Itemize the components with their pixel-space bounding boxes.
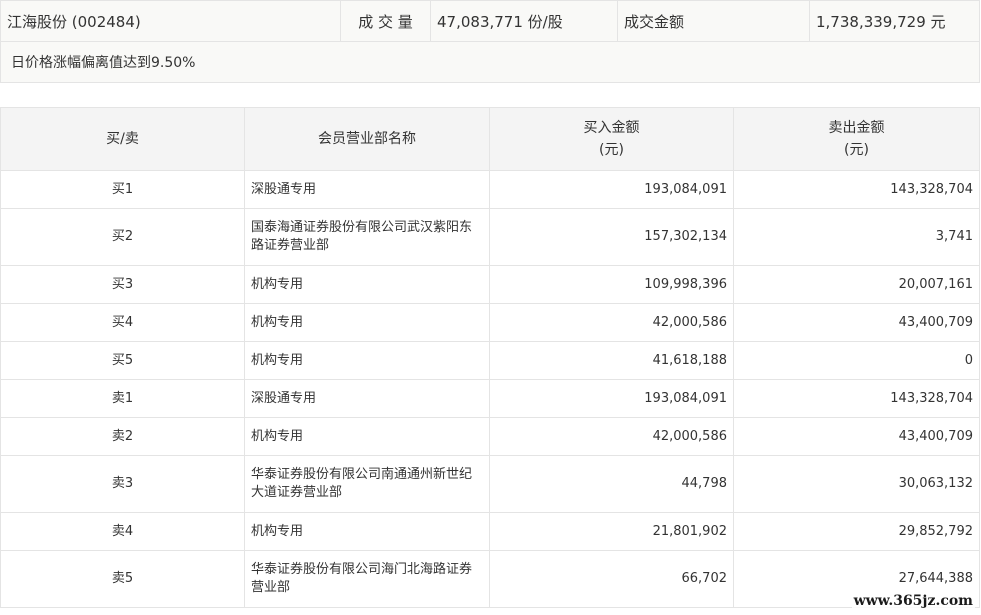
buy-cell: 42,000,586 <box>489 303 734 342</box>
sell-cell: 3,741 <box>733 208 980 266</box>
table-row: 买4 机构专用 42,000,586 43,400,709 <box>0 303 980 342</box>
side-cell: 卖5 <box>0 550 245 608</box>
seat-cell: 深股通专用 <box>244 379 490 418</box>
buy-cell: 41,618,188 <box>489 341 734 380</box>
stock-name: 江海股份 (002484) <box>0 0 341 42</box>
sell-cell: 143,328,704 <box>733 379 980 418</box>
seat-cell: 机构专用 <box>244 512 490 551</box>
seat-cell: 机构专用 <box>244 303 490 342</box>
header-side: 买/卖 <box>0 107 245 171</box>
sell-cell: 143,328,704 <box>733 170 980 209</box>
table-row: 卖3 华泰证券股份有限公司南通通州新世纪大道证券营业部 44,798 30,06… <box>0 455 980 513</box>
table-row: 卖4 机构专用 21,801,902 29,852,792 <box>0 512 980 551</box>
side-cell: 买5 <box>0 341 245 380</box>
sell-cell: 43,400,709 <box>733 303 980 342</box>
buy-cell: 21,801,902 <box>489 512 734 551</box>
volume-label: 成 交 量 <box>340 0 431 42</box>
header-sell-unit: (元) <box>844 142 869 158</box>
side-cell: 卖2 <box>0 417 245 456</box>
seat-cell: 深股通专用 <box>244 170 490 209</box>
sell-cell: 43,400,709 <box>733 417 980 456</box>
side-cell: 卖3 <box>0 455 245 513</box>
sell-cell: 29,852,792 <box>733 512 980 551</box>
summary-table: 江海股份 (002484) 成 交 量 47,083,771 份/股 成交金额 … <box>0 0 980 83</box>
table-row: 买1 深股通专用 193,084,091 143,328,704 <box>0 170 980 209</box>
buy-cell: 42,000,586 <box>489 417 734 456</box>
side-cell: 买3 <box>0 265 245 304</box>
side-cell: 买4 <box>0 303 245 342</box>
amount-value: 1,738,339,729 元 <box>809 0 980 42</box>
table-row: 买5 机构专用 41,618,188 0 <box>0 341 980 380</box>
sell-cell: 20,007,161 <box>733 265 980 304</box>
header-seat: 会员营业部名称 <box>244 107 490 171</box>
seat-cell: 华泰证券股份有限公司南通通州新世纪大道证券营业部 <box>244 455 490 513</box>
side-cell: 买1 <box>0 170 245 209</box>
side-cell: 卖4 <box>0 512 245 551</box>
table-row: 卖5 华泰证券股份有限公司海门北海路证券营业部 66,702 27,644,38… <box>0 550 980 608</box>
buy-cell: 109,998,396 <box>489 265 734 304</box>
side-cell: 买2 <box>0 208 245 266</box>
table-row: 卖2 机构专用 42,000,586 43,400,709 <box>0 417 980 456</box>
seat-cell: 机构专用 <box>244 341 490 380</box>
header-buy-amount: 买入金额 (元) <box>489 107 734 171</box>
buy-cell: 193,084,091 <box>489 379 734 418</box>
buy-cell: 44,798 <box>489 455 734 513</box>
header-row: 买/卖 会员营业部名称 买入金额 (元) 卖出金额 (元) <box>0 107 980 171</box>
buy-cell: 193,084,091 <box>489 170 734 209</box>
sell-cell: 30,063,132 <box>733 455 980 513</box>
sell-cell: 0 <box>733 341 980 380</box>
header-buy-label: 买入金额 <box>583 120 640 136</box>
header-sell-amount: 卖出金额 (元) <box>733 107 980 171</box>
table-row: 买2 国泰海通证券股份有限公司武汉紫阳东路证券营业部 157,302,134 3… <box>0 208 980 266</box>
buy-cell: 66,702 <box>489 550 734 608</box>
table-row: 买3 机构专用 109,998,396 20,007,161 <box>0 265 980 304</box>
header-sell-label: 卖出金额 <box>828 120 885 136</box>
buy-cell: 157,302,134 <box>489 208 734 266</box>
side-cell: 卖1 <box>0 379 245 418</box>
seat-cell: 国泰海通证券股份有限公司武汉紫阳东路证券营业部 <box>244 208 490 266</box>
site-watermark: www.365jz.com <box>851 593 975 609</box>
seat-cell: 机构专用 <box>244 265 490 304</box>
table-row: 卖1 深股通专用 193,084,091 143,328,704 <box>0 379 980 418</box>
seat-cell: 华泰证券股份有限公司海门北海路证券营业部 <box>244 550 490 608</box>
seat-cell: 机构专用 <box>244 417 490 456</box>
note-row: 日价格涨幅偏离值达到9.50% <box>0 41 980 83</box>
amount-label: 成交金额 <box>617 0 810 42</box>
deviation-note: 日价格涨幅偏离值达到9.50% <box>0 41 980 83</box>
summary-row: 江海股份 (002484) 成 交 量 47,083,771 份/股 成交金额 … <box>0 0 980 42</box>
volume-value: 47,083,771 份/股 <box>430 0 618 42</box>
trades-table: 买/卖 会员营业部名称 买入金额 (元) 卖出金额 (元) 买1 深股通专用 1… <box>0 107 980 608</box>
header-buy-unit: (元) <box>599 142 624 158</box>
